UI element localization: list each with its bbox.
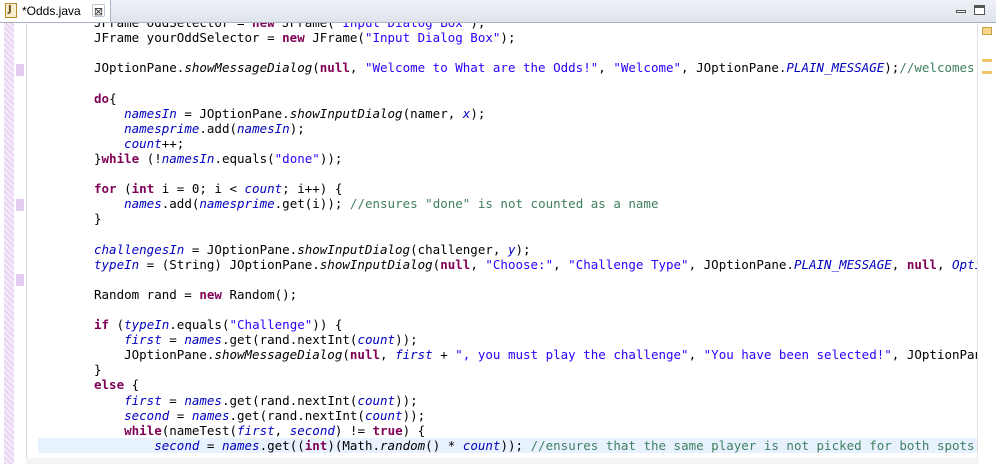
- code-line[interactable]: [38, 272, 978, 287]
- code-text-area[interactable]: JFrame OddSelector = new JFrame("Input D…: [38, 23, 978, 464]
- window-controls: [954, 5, 988, 17]
- code-line[interactable]: if (typeIn.equals("Challenge")) {: [38, 317, 978, 332]
- editor-tab-bar: *Odds.java ⊠: [0, 0, 996, 23]
- code-line[interactable]: Random rand = new Random();: [38, 287, 978, 302]
- minimize-icon[interactable]: [956, 10, 966, 13]
- code-line[interactable]: [38, 226, 978, 241]
- overview-ruler: [977, 23, 996, 464]
- horizontal-scrollbar[interactable]: [26, 458, 978, 464]
- code-line[interactable]: }: [38, 211, 978, 226]
- code-line[interactable]: first = names.get(rand.nextInt(count));: [38, 393, 978, 408]
- code-line[interactable]: JOptionPane.showMessageDialog(null, "Wel…: [38, 60, 978, 75]
- code-line[interactable]: namesprime.add(namesIn);: [38, 121, 978, 136]
- maximize-icon[interactable]: [974, 5, 985, 15]
- code-line[interactable]: typeIn = (String) JOptionPane.showInputD…: [38, 257, 978, 272]
- code-line[interactable]: names.add(namesprime.get(i)); //ensures …: [38, 196, 978, 211]
- change-indicator-bar: [4, 23, 14, 464]
- code-line[interactable]: JOptionPane.showMessageDialog(null, firs…: [38, 347, 978, 362]
- editor-gutter: [0, 23, 27, 464]
- code-line[interactable]: JFrame yourOddSelector = new JFrame("Inp…: [38, 30, 978, 45]
- code-line[interactable]: second = names.get(rand.nextInt(count));: [38, 408, 978, 423]
- code-line[interactable]: JFrame OddSelector = new JFrame("Input D…: [38, 23, 978, 30]
- java-file-icon: [5, 3, 17, 18]
- gutter-marker: [16, 199, 24, 211]
- gutter-marker: [16, 274, 24, 286]
- code-line[interactable]: challengesIn = JOptionPane.showInputDial…: [38, 242, 978, 257]
- code-line[interactable]: [38, 302, 978, 317]
- code-line[interactable]: count++;: [38, 136, 978, 151]
- code-line[interactable]: else {: [38, 377, 978, 392]
- code-line[interactable]: [38, 166, 978, 181]
- code-line[interactable]: second = names.get((int)(Math.random() *…: [38, 437, 978, 453]
- code-line[interactable]: }: [38, 362, 978, 377]
- code-line[interactable]: [38, 75, 978, 90]
- tab-odds-java[interactable]: *Odds.java ⊠: [0, 0, 111, 22]
- code-line[interactable]: [38, 45, 978, 60]
- ruler-warning-mark[interactable]: [982, 59, 992, 62]
- code-line[interactable]: do{: [38, 91, 978, 106]
- code-line[interactable]: for (int i = 0; i < count; i++) {: [38, 181, 978, 196]
- tab-title: *Odds.java: [22, 4, 81, 18]
- code-editor[interactable]: JFrame OddSelector = new JFrame("Input D…: [0, 23, 996, 464]
- code-line[interactable]: }while (!namesIn.equals("done"));: [38, 151, 978, 166]
- gutter-marker: [16, 64, 24, 76]
- close-icon[interactable]: ⊠: [92, 4, 105, 18]
- code-line[interactable]: while(nameTest(first, second) != true) {: [38, 423, 978, 438]
- code-line[interactable]: first = names.get(rand.nextInt(count));: [38, 332, 978, 347]
- warning-summary-icon[interactable]: [982, 27, 992, 35]
- ruler-warning-mark[interactable]: [982, 71, 992, 74]
- code-line[interactable]: namesIn = JOptionPane.showInputDialog(na…: [38, 106, 978, 121]
